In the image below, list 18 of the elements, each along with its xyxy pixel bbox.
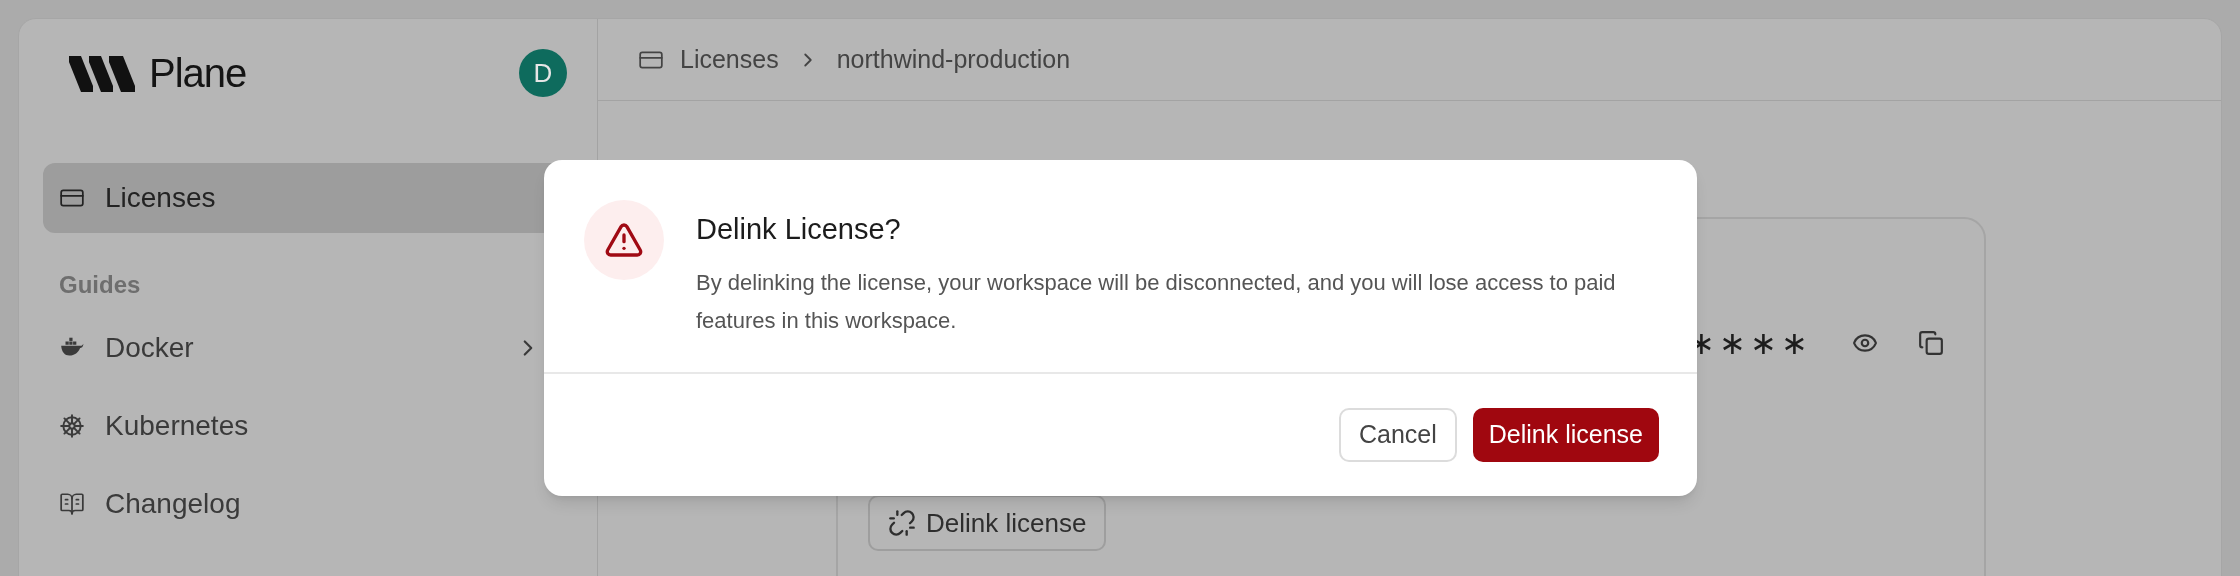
dialog-message: By delinking the license, your workspace will be disconnected, and you will lose access to paid features in this workspace. bbox=[696, 268, 1617, 335]
broken-link-icon bbox=[888, 509, 916, 537]
guide-item[interactable]: Docker bbox=[43, 309, 553, 387]
warning-icon bbox=[604, 220, 644, 260]
dialog-title: Delink License? bbox=[696, 212, 902, 247]
avatar[interactable]: D bbox=[519, 49, 567, 97]
copy-icon[interactable] bbox=[1918, 330, 1944, 356]
section-heading: Guides bbox=[58, 270, 142, 300]
guide-item[interactable]: Changelog bbox=[43, 465, 553, 543]
confirm-button[interactable]: Delink license bbox=[1472, 408, 1659, 462]
wheel-icon bbox=[59, 413, 85, 439]
breadcrumb-item[interactable]: Licenses bbox=[680, 40, 779, 79]
book-icon bbox=[59, 491, 85, 517]
cancel-button[interactable]: Cancel bbox=[1338, 408, 1457, 462]
guide-item[interactable]: Kubernetes bbox=[43, 387, 553, 465]
masked-key: ∗∗∗∗ bbox=[1688, 319, 1812, 367]
breadcrumb-item: northwind-production bbox=[836, 43, 1071, 75]
brand-name: Plane bbox=[149, 53, 247, 93]
